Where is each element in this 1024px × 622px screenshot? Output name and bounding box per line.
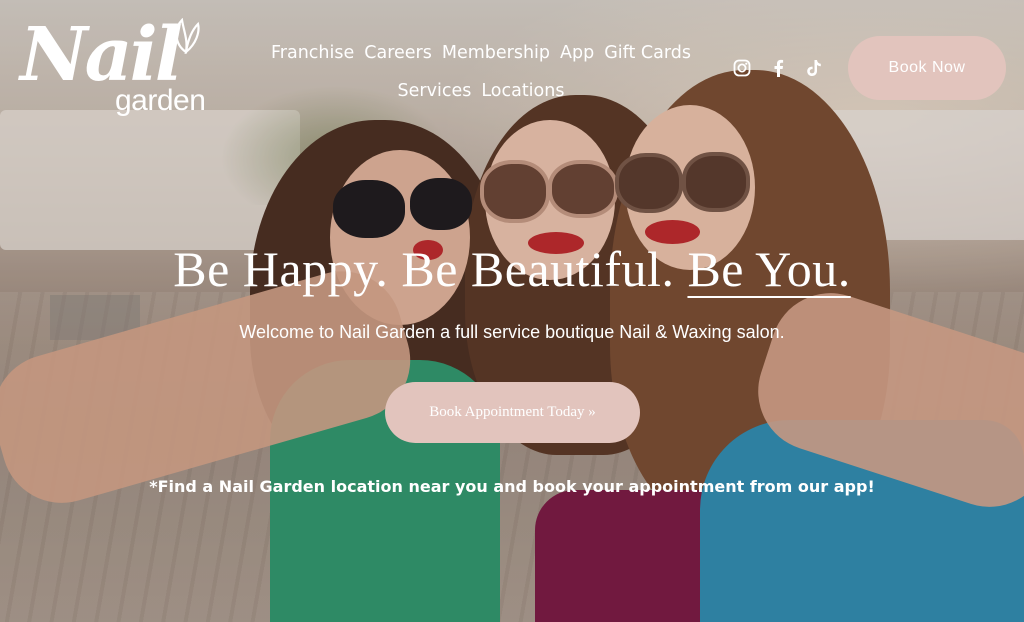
nav-services[interactable]: Services [398,81,472,101]
logo-subtitle: garden [115,84,206,117]
nav-careers[interactable]: Careers [364,43,432,63]
logo-wordmark: Nail [20,12,183,98]
main-navigation: Franchise Careers Membership App Gift Cards … [250,34,712,110]
nav-gift-cards[interactable]: Gift Cards [604,43,691,63]
headline-text: Be Happy. Be Beautiful. [173,241,688,297]
nav-franchise[interactable]: Franchise [271,43,354,63]
nav-membership[interactable]: Membership [442,43,550,63]
hero-subheading: Welcome to Nail Garden a full service bo… [239,322,785,342]
tiktok-icon[interactable] [804,58,824,78]
nav-app[interactable]: App [560,43,594,63]
social-links [732,58,824,78]
book-now-button[interactable]: Book Now [848,36,1006,100]
leaf-icon [175,18,200,54]
instagram-icon[interactable] [732,58,752,78]
hero-headline: Be Happy. Be Beautiful. Be You. [0,240,1024,298]
headline-emphasis: Be You. [687,241,851,297]
facebook-icon[interactable] [768,58,788,78]
app-location-note: *Find a Nail Garden location near you an… [149,477,875,496]
nav-locations[interactable]: Locations [481,81,564,101]
nail-garden-logo[interactable]: Nail garden [20,18,220,123]
book-appointment-button[interactable]: Book Appointment Today » [385,382,640,443]
